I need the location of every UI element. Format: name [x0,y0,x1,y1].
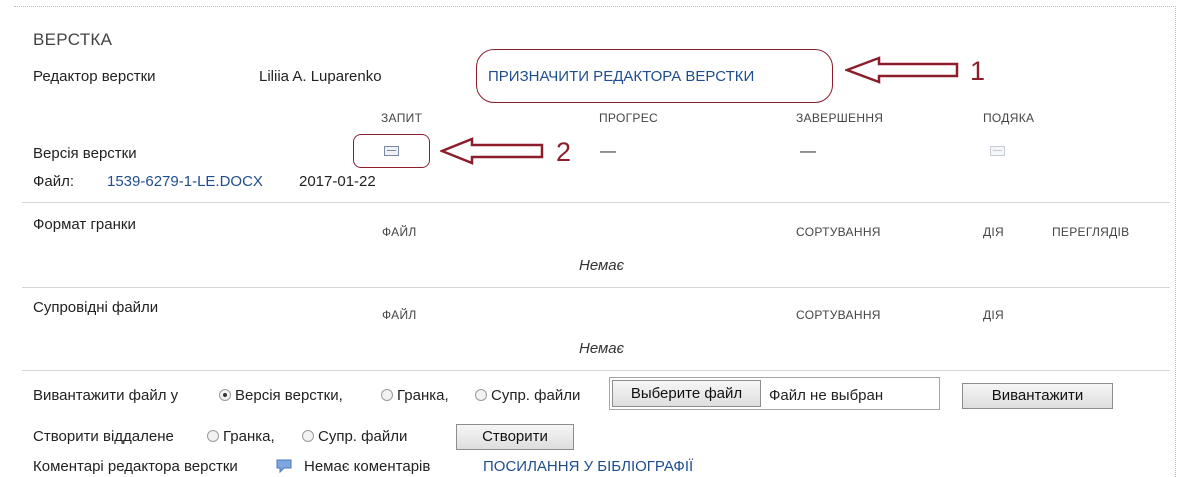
galley-col-file: ФАЙЛ [382,225,417,239]
header-thanks: ПОДЯКА [983,111,1035,125]
right-border [1175,6,1176,477]
radio-icon [475,389,487,401]
upload-radio-layout[interactable]: Версія верстки, [219,387,343,404]
progress-value: — [600,143,616,160]
radio-icon [207,430,219,442]
top-border [14,6,1176,7]
layout-file-link[interactable]: 1539-6279-1-LE.DOCX [107,173,263,190]
galley-empty-text: Немає [579,257,625,274]
layout-editor-name: Liliia A. Luparenko [259,68,382,85]
separator [22,370,1170,371]
supp-col-action: ДІЯ [983,308,1005,322]
completion-value: — [800,143,816,160]
assign-layout-editor-link[interactable]: ПРИЗНАЧИТИ РЕДАКТОРА ВЕРСТКИ [488,68,754,85]
radio-icon [381,389,393,401]
header-request: ЗАПИТ [381,111,423,125]
comment-bubble-icon[interactable] [275,458,293,474]
supp-empty-text: Немає [579,340,625,357]
upload-radio-galley[interactable]: Гранка, [381,387,449,404]
upload-button[interactable]: Вивантажити [962,383,1113,409]
annotation-number-2: 2 [556,137,572,167]
header-progress: ПРОГРЕС [599,111,658,125]
no-comments-text: Немає коментарів [304,458,431,475]
layout-file-date: 2017-01-22 [299,173,376,190]
upload-radio-supp-label: Супр. файли [491,387,581,404]
upload-radio-supp[interactable]: Супр. файли [475,387,580,404]
create-radio-supp[interactable]: Супр. файли [302,428,407,445]
separator [22,202,1170,203]
create-button[interactable]: Створити [456,424,574,450]
galley-col-action: ДІЯ [983,225,1005,239]
choose-file-button[interactable]: Выберите файл [612,380,761,407]
layout-editor-label: Редактор верстки [33,68,156,85]
supp-col-file: ФАЙЛ [382,308,417,322]
header-completion: ЗАВЕРШЕННЯ [796,111,884,125]
annotation-number-1: 1 [970,56,986,86]
create-remote-label: Створити віддалене [33,428,174,445]
upload-radio-layout-label: Версія верстки, [235,387,343,404]
file-label: Файл: [33,173,75,190]
citations-link[interactable]: ПОСИЛАННЯ У БІБЛІОГРАФІЇ [483,458,693,475]
annotation-arrow-2 [440,137,544,165]
separator [22,287,1170,288]
galley-col-views: ПЕРЕГЛЯДІВ [1052,225,1130,239]
annotation-arrow-1 [845,56,959,84]
supp-files-label: Супровідні файли [33,299,159,316]
section-title: ВЕРСТКА [33,30,113,49]
supp-col-sort: СОРТУВАННЯ [796,308,881,322]
thanks-email-icon [990,146,1005,156]
upload-label: Вивантажити файл у [33,387,179,404]
galley-format-label: Формат гранки [33,216,136,233]
create-radio-galley-label: Гранка, [223,428,275,445]
no-file-chosen-text: Файл не выбран [769,387,884,404]
create-radio-supp-label: Супр. файли [318,428,408,445]
layout-version-label: Версія верстки [33,145,137,162]
radio-checked-icon [219,389,231,401]
layout-editor-comments-label: Коментарі редактора верстки [33,458,238,475]
upload-radio-galley-label: Гранка, [397,387,449,404]
create-radio-galley[interactable]: Гранка, [207,428,275,445]
radio-icon [302,430,314,442]
galley-col-sort: СОРТУВАННЯ [796,225,881,239]
request-email-icon[interactable] [384,146,399,156]
